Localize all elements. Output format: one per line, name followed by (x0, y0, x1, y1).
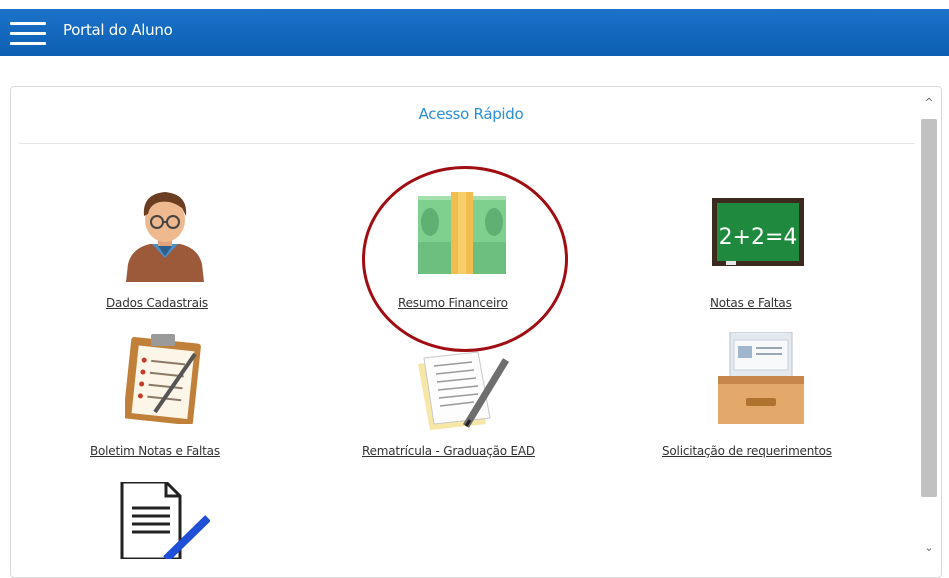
document-pen-icon[interactable] (414, 350, 510, 432)
tile-label[interactable]: Notas e Faltas (710, 296, 792, 310)
scroll-thumb[interactable] (921, 119, 937, 497)
app-title: Portal do Aluno (63, 21, 173, 39)
tile-label[interactable]: Dados Cadastrais (106, 296, 208, 310)
scrollbar[interactable]: ^ ⌄ (917, 87, 941, 577)
divider (19, 143, 915, 144)
panel-title: Acesso Rápido (418, 105, 524, 123)
document-edit-icon[interactable] (118, 482, 210, 559)
tile-label[interactable]: Solicitação de requerimentos (662, 444, 832, 458)
clipboard-icon[interactable] (125, 332, 205, 424)
file-drawer-icon[interactable] (716, 332, 806, 424)
scroll-up-icon[interactable]: ^ (921, 95, 937, 111)
tile-label[interactable]: Resumo Financeiro (398, 296, 508, 310)
money-stack-icon[interactable] (418, 192, 506, 274)
tile-label[interactable]: Boletim Notas e Faltas (90, 444, 220, 458)
hamburger-menu-icon[interactable] (10, 19, 46, 47)
chalkboard-icon[interactable]: 2+2=4 (712, 198, 804, 270)
chalkboard-text: 2+2=4 (719, 225, 798, 250)
scroll-down-icon[interactable]: ⌄ (921, 540, 937, 556)
top-bar: Portal do Aluno (0, 9, 949, 56)
tile-label[interactable]: Rematrícula - Graduação EAD (362, 444, 535, 458)
student-avatar-icon[interactable] (120, 186, 210, 282)
